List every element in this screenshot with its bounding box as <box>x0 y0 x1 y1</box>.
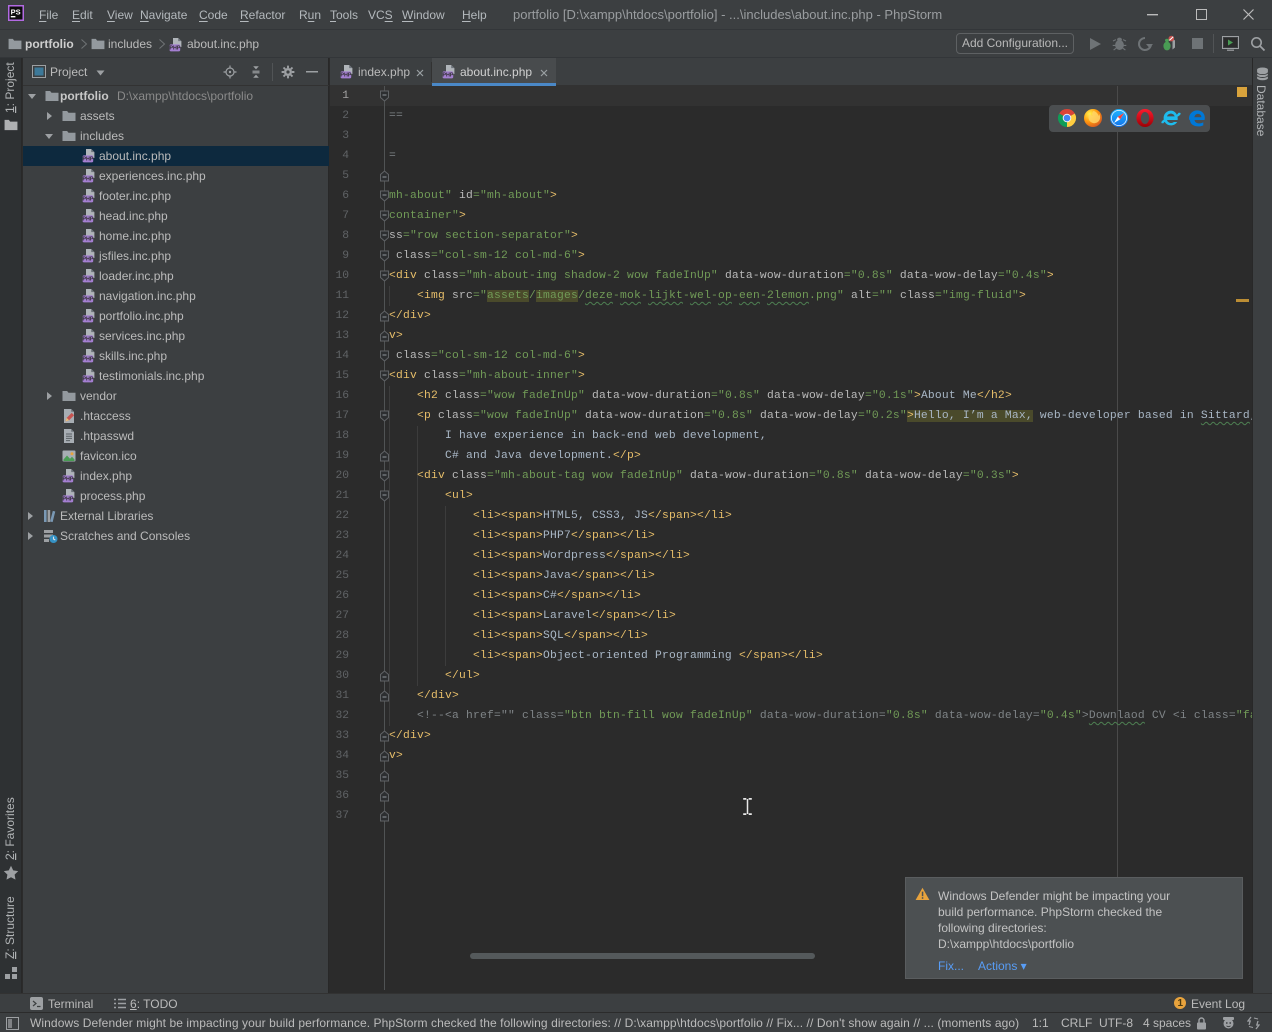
svg-text:Database: Database <box>1254 85 1268 137</box>
svg-text:PHP: PHP <box>169 46 180 52</box>
svg-text:PHP: PHP <box>442 73 453 79</box>
svg-text:PHP: PHP <box>82 297 93 303</box>
svg-text:2: Favorites: 2: Favorites <box>3 797 17 860</box>
svg-text:PHP: PHP <box>82 197 93 203</box>
svg-text:PHP: PHP <box>82 337 93 343</box>
svg-text:PHP: PHP <box>82 257 93 263</box>
svg-text:1: Project: 1: Project <box>3 62 17 113</box>
svg-text:PHP: PHP <box>340 73 351 79</box>
svg-text:PHP: PHP <box>82 357 93 363</box>
svg-text:PHP: PHP <box>82 377 93 383</box>
svg-text:PHP: PHP <box>82 157 93 163</box>
svg-text:PS: PS <box>11 7 21 16</box>
svg-text:Z: Structure: Z: Structure <box>3 896 17 959</box>
svg-text:PHP: PHP <box>82 177 93 183</box>
svg-text:PHP: PHP <box>82 237 93 243</box>
svg-text:PHP: PHP <box>62 497 73 503</box>
svg-text:PHP: PHP <box>82 317 93 323</box>
svg-text:PHP: PHP <box>82 277 93 283</box>
svg-text:PHP: PHP <box>62 477 73 483</box>
svg-text:PHP: PHP <box>82 217 93 223</box>
